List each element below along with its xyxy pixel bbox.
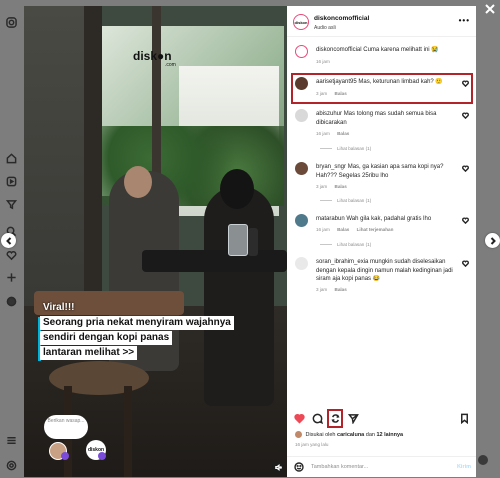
filter-icon[interactable] (4, 197, 18, 211)
comment-meta: 16 jam Balas Lihat terjemahan (316, 227, 399, 232)
caption-line: Seorang pria nekat menyiram wajahnya (40, 316, 234, 330)
comment-time: 16 jam (316, 59, 330, 64)
likes-conjunction: dan (365, 431, 375, 438)
likes-prefix: Disukai oleh (305, 431, 336, 438)
close-icon[interactable] (484, 3, 496, 15)
instagram-icon[interactable] (4, 15, 18, 29)
comment-like-icon[interactable] (462, 260, 469, 268)
comment-like-icon[interactable] (462, 112, 469, 120)
liker-username[interactable]: caricaluna (337, 432, 364, 438)
share-icon[interactable] (346, 411, 360, 425)
comment-username[interactable]: bryan_sngr (316, 164, 346, 170)
comment-text: diskoncomofficial Cuma karena melihatt i… (316, 46, 454, 55)
caption-line: lantaran melihat >> (40, 346, 138, 360)
comment-time: 16 jam (316, 227, 330, 232)
view-replies-link[interactable]: Lihat balasan (1) (320, 198, 371, 203)
heart-icon[interactable] (4, 248, 18, 262)
comment-avatar[interactable] (295, 45, 308, 58)
comment-meta: 3 jam Balas (316, 287, 353, 292)
likes-others[interactable]: 12 lainnya (377, 432, 404, 438)
reels-icon[interactable] (4, 174, 18, 188)
post-actions (287, 411, 476, 427)
brand-watermark: disk●n (133, 49, 172, 63)
comment-input[interactable] (311, 461, 431, 473)
post-timestamp: 16 jam yang lalu (295, 442, 329, 447)
scene-bottle (248, 228, 258, 256)
post-comment-button[interactable]: Kirim (457, 464, 471, 470)
scene-woman (204, 186, 274, 406)
comment-text: matarabun Wah gila kak, padahal gratis l… (316, 215, 454, 224)
comment-text: abiszuhur Mas tolong mas sudah semua bis… (316, 110, 454, 127)
overlay-badge (98, 452, 106, 460)
post-header: diskon diskoncomofficial Audio asli ••• (287, 6, 476, 37)
comment-meta: 16 jam (316, 59, 336, 64)
reply-button[interactable]: Balas (337, 131, 349, 136)
reply-button[interactable]: Balas (337, 227, 349, 232)
mute-button[interactable] (272, 461, 284, 473)
comment-avatar[interactable] (295, 162, 308, 175)
comment-avatar[interactable] (295, 257, 308, 270)
comment-avatar[interactable] (295, 109, 308, 122)
comment-body: Cuma karena melihatt ini 😭 (363, 47, 439, 53)
comment-meta: 16 jam Balas (316, 131, 355, 136)
plus-icon[interactable] (4, 270, 18, 284)
reply-button[interactable]: Balas (335, 287, 347, 292)
view-replies-link[interactable]: Lihat balasan (1) (320, 242, 371, 247)
scene-stool-leg (124, 386, 132, 477)
likes-summary[interactable]: Disukai oleh caricaluna dan 12 lainnya (295, 431, 403, 438)
scene-table-dark (142, 250, 287, 272)
caption-line: Viral!!! (43, 302, 75, 313)
comment-time: 16 jam (316, 131, 330, 136)
audio-label[interactable]: Audio asli (314, 25, 336, 31)
scene-woman-head (220, 169, 254, 209)
menu-icon[interactable] (4, 433, 18, 447)
profile-icon[interactable] (4, 294, 18, 308)
messages-bubble[interactable] (478, 455, 488, 465)
translate-link[interactable]: Lihat terjemahan (357, 227, 394, 232)
comment-meta: 3 jam Balas (316, 184, 353, 189)
comment-icon[interactable] (310, 411, 324, 425)
threads-icon[interactable] (4, 458, 18, 472)
author-username[interactable]: diskoncomofficial (314, 15, 369, 22)
post-video[interactable]: disk●n .com Viral!!! Seorang pria nekat … (24, 6, 287, 477)
comments-list: diskoncomofficial Cuma karena melihatt i… (287, 37, 476, 414)
speech-bubble: Berikan wasap... (44, 415, 88, 439)
previous-post-arrow[interactable] (1, 233, 16, 248)
comment-time: 3 jam (316, 287, 328, 292)
reply-button[interactable]: Balas (335, 184, 347, 189)
comment-body: Wah gila kak, padahal gratis lho (346, 216, 432, 222)
post-detail-panel: diskon diskoncomofficial Audio asli ••• … (287, 6, 476, 477)
comment-like-icon[interactable] (462, 217, 469, 225)
author-avatar[interactable]: diskon (293, 14, 309, 30)
comment-username[interactable]: matarabun (316, 216, 345, 222)
bookmark-icon[interactable] (457, 411, 471, 425)
next-post-arrow[interactable] (485, 233, 500, 248)
highlight-box (291, 73, 473, 104)
comment-username[interactable]: diskoncomofficial (316, 47, 362, 53)
scene-jar (228, 224, 248, 256)
caption-line: sendiri dengan kopi panas (40, 331, 173, 345)
like-heart-icon[interactable] (292, 411, 306, 425)
highlight-box (327, 409, 343, 428)
comment-time: 3 jam (316, 184, 328, 189)
comment-like-icon[interactable] (462, 165, 469, 173)
more-options-icon[interactable]: ••• (459, 16, 470, 25)
home-icon[interactable] (4, 151, 18, 165)
comment-username[interactable]: abiszuhur (316, 111, 342, 117)
liker-avatar (295, 431, 302, 438)
brand-watermark-sub: .com (165, 62, 176, 68)
comment-username[interactable]: soran_ibrahim_exia (316, 259, 368, 265)
scene-man-head (124, 166, 152, 198)
video-caption: Viral!!! Seorang pria nekat menyiram waj… (40, 301, 238, 361)
add-comment-bar: Kirim (287, 456, 476, 478)
comment-text: bryan_sngr Mas, ga kasian apa sama kopi … (316, 163, 454, 180)
overlay-badge (61, 452, 69, 460)
emoji-icon[interactable] (294, 462, 304, 472)
view-replies-link[interactable]: Lihat balasan (1) (320, 146, 371, 151)
comment-avatar[interactable] (295, 214, 308, 227)
comment-text: soran_ibrahim_exia mungkin sudah diseles… (316, 258, 454, 284)
